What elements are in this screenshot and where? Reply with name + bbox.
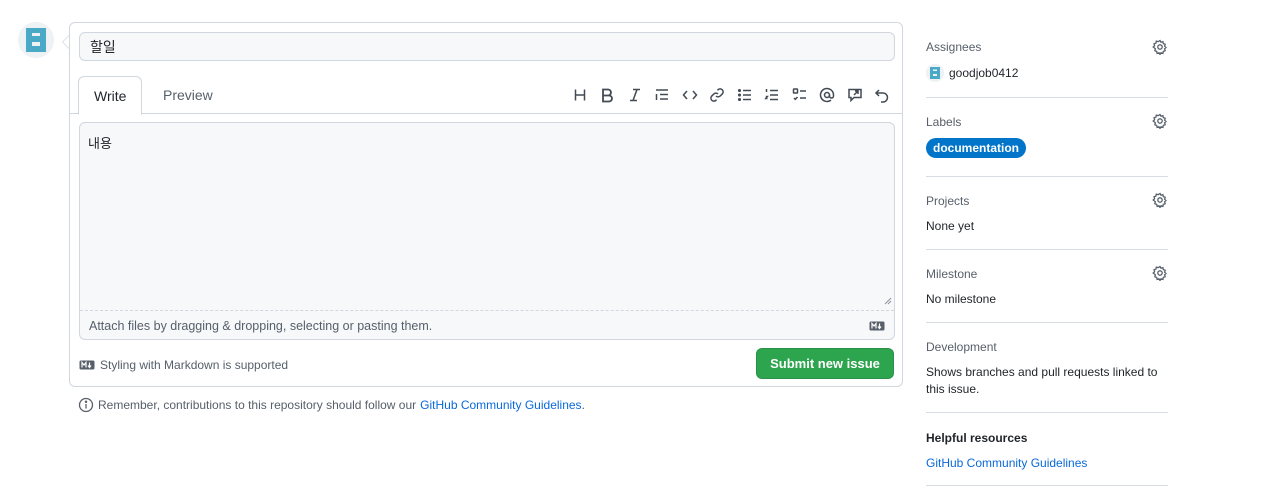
sidebar-community-guidelines-link[interactable]: GitHub Community Guidelines xyxy=(926,456,1087,470)
projects-section: Projects None yet xyxy=(926,177,1168,250)
development-section: Development Shows branches and pull requ… xyxy=(926,323,1168,413)
markdown-toolbar xyxy=(566,84,896,106)
development-heading: Development xyxy=(926,340,997,354)
markdown-icon xyxy=(869,321,885,331)
labels-heading[interactable]: Labels xyxy=(926,115,961,129)
reminder-text: Remember, contributions to this reposito… xyxy=(98,398,417,412)
milestone-section: Milestone No milestone xyxy=(926,250,1168,323)
bulleted-list-icon[interactable] xyxy=(731,84,759,106)
assignee-avatar xyxy=(926,64,944,82)
numbered-list-icon[interactable] xyxy=(759,84,787,106)
task-list-icon[interactable] xyxy=(786,84,814,106)
gear-icon[interactable] xyxy=(1152,192,1168,208)
gear-icon[interactable] xyxy=(1152,39,1168,55)
attach-files-hint[interactable]: Attach files by dragging & dropping, sel… xyxy=(89,319,432,333)
author-avatar[interactable] xyxy=(18,22,54,58)
issue-sidebar: Assignees goodjob0412 Labels documentati… xyxy=(926,22,1168,486)
issue-body-text[interactable]: 내용 xyxy=(88,133,112,152)
issue-title-input[interactable] xyxy=(79,32,895,61)
projects-value: None yet xyxy=(926,219,975,233)
label-documentation[interactable]: documentation xyxy=(926,138,1026,158)
markdown-support-note[interactable]: Styling with Markdown is supported xyxy=(79,358,288,372)
assignee-item[interactable]: goodjob0412 xyxy=(926,64,1018,82)
tab-preview[interactable]: Preview xyxy=(148,76,228,114)
labels-section: Labels documentation xyxy=(926,98,1168,177)
markdown-note-text: Styling with Markdown is supported xyxy=(100,358,289,372)
mention-icon[interactable] xyxy=(814,84,842,106)
community-guidelines-link[interactable]: GitHub Community Guidelines xyxy=(420,398,581,412)
gear-icon[interactable] xyxy=(1152,113,1168,129)
gear-icon[interactable] xyxy=(1152,265,1168,281)
quote-icon[interactable] xyxy=(649,84,677,106)
reminder-suffix: . xyxy=(581,398,585,412)
editor-tabbar: Write Preview xyxy=(70,76,902,115)
assignee-name: goodjob0412 xyxy=(949,66,1019,80)
code-icon[interactable] xyxy=(676,84,704,106)
new-issue-form: Write Preview xyxy=(69,22,903,387)
contribution-reminder: Remember, contributions to this reposito… xyxy=(78,397,585,413)
development-text: Shows branches and pull requests linked … xyxy=(926,365,1158,396)
bold-icon[interactable] xyxy=(594,84,622,106)
issue-body-editor[interactable]: 내용 Attach files by dragging & dropping, … xyxy=(79,122,895,340)
markdown-icon xyxy=(79,360,95,370)
link-icon[interactable] xyxy=(704,84,732,106)
heading-icon[interactable] xyxy=(566,84,594,106)
helpful-resources-section: Helpful resources GitHub Community Guide… xyxy=(926,413,1168,486)
editor-divider xyxy=(80,310,894,311)
assignees-section: Assignees goodjob0412 xyxy=(926,22,1168,98)
helpful-resources-heading: Helpful resources xyxy=(926,431,1028,445)
undo-icon[interactable] xyxy=(869,84,897,106)
tab-write[interactable]: Write xyxy=(78,76,143,115)
milestone-value: No milestone xyxy=(926,292,997,306)
submit-new-issue-button[interactable]: Submit new issue xyxy=(756,348,894,379)
milestone-heading[interactable]: Milestone xyxy=(926,267,977,281)
assignees-heading[interactable]: Assignees xyxy=(926,40,981,54)
reference-icon[interactable] xyxy=(841,84,869,106)
italic-icon[interactable] xyxy=(621,84,649,106)
info-icon xyxy=(78,397,94,413)
resize-grip-icon[interactable] xyxy=(884,297,892,305)
projects-heading[interactable]: Projects xyxy=(926,194,969,208)
